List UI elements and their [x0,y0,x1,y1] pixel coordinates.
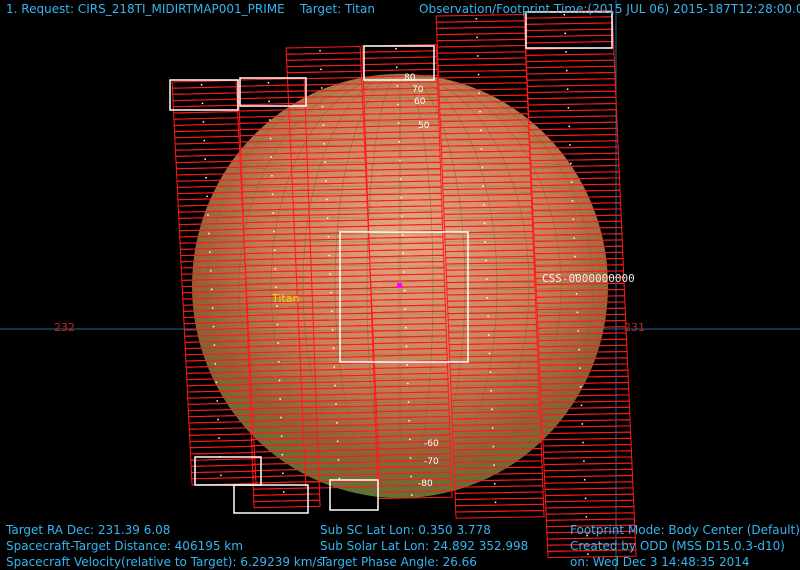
subspacecraft-marker [397,283,402,288]
lat-label: -70 [424,457,439,467]
spacecraft-target-distance: Spacecraft-Target Distance: 406195 km [6,539,243,553]
created-by: Created by ODD (MSS D15.0.3-d10) [570,539,785,553]
lat-label: 80 [404,73,416,83]
spacecraft-velocity: Spacecraft Velocity(relative to Target):… [6,555,323,569]
observation-viewport[interactable]: 232 231 Titan CSS-0000000000 80 70 60 50… [0,0,800,570]
lat-label: 70 [412,85,424,95]
ra-label-left: 232 [54,321,75,334]
sub-solar-lat-lon: Sub Solar Lat Lon: 24.892 352.998 [320,539,529,553]
target-phase-angle: Target Phase Angle: 26.66 [320,555,477,569]
target-ra-dec: Target RA Dec: 231.39 6.08 [6,523,171,537]
lat-label: 60 [414,97,426,107]
observation-time: Observation/Footprint Time:(2015 JUL 06)… [419,2,800,16]
sub-spacecraft-lat-lon: Sub SC Lat Lon: 0.350 3.778 [320,523,491,537]
lat-label: 50 [418,121,430,131]
lat-label: -60 [424,439,439,449]
target-name: Target: Titan [300,2,375,16]
ra-label-right: 231 [624,321,645,334]
footprint-mode: Footprint Mode: Body Center (Default) [570,523,800,537]
lat-label: -80 [418,479,433,489]
created-on: on: Wed Dec 3 14:48:35 2014 [570,555,750,569]
body-label: Titan [271,292,299,305]
request-title: 1. Request: CIRS_218TI_MIDIRTMAP001_PRIM… [6,2,285,16]
target-center-label: CSS-0000000000 [542,272,635,285]
